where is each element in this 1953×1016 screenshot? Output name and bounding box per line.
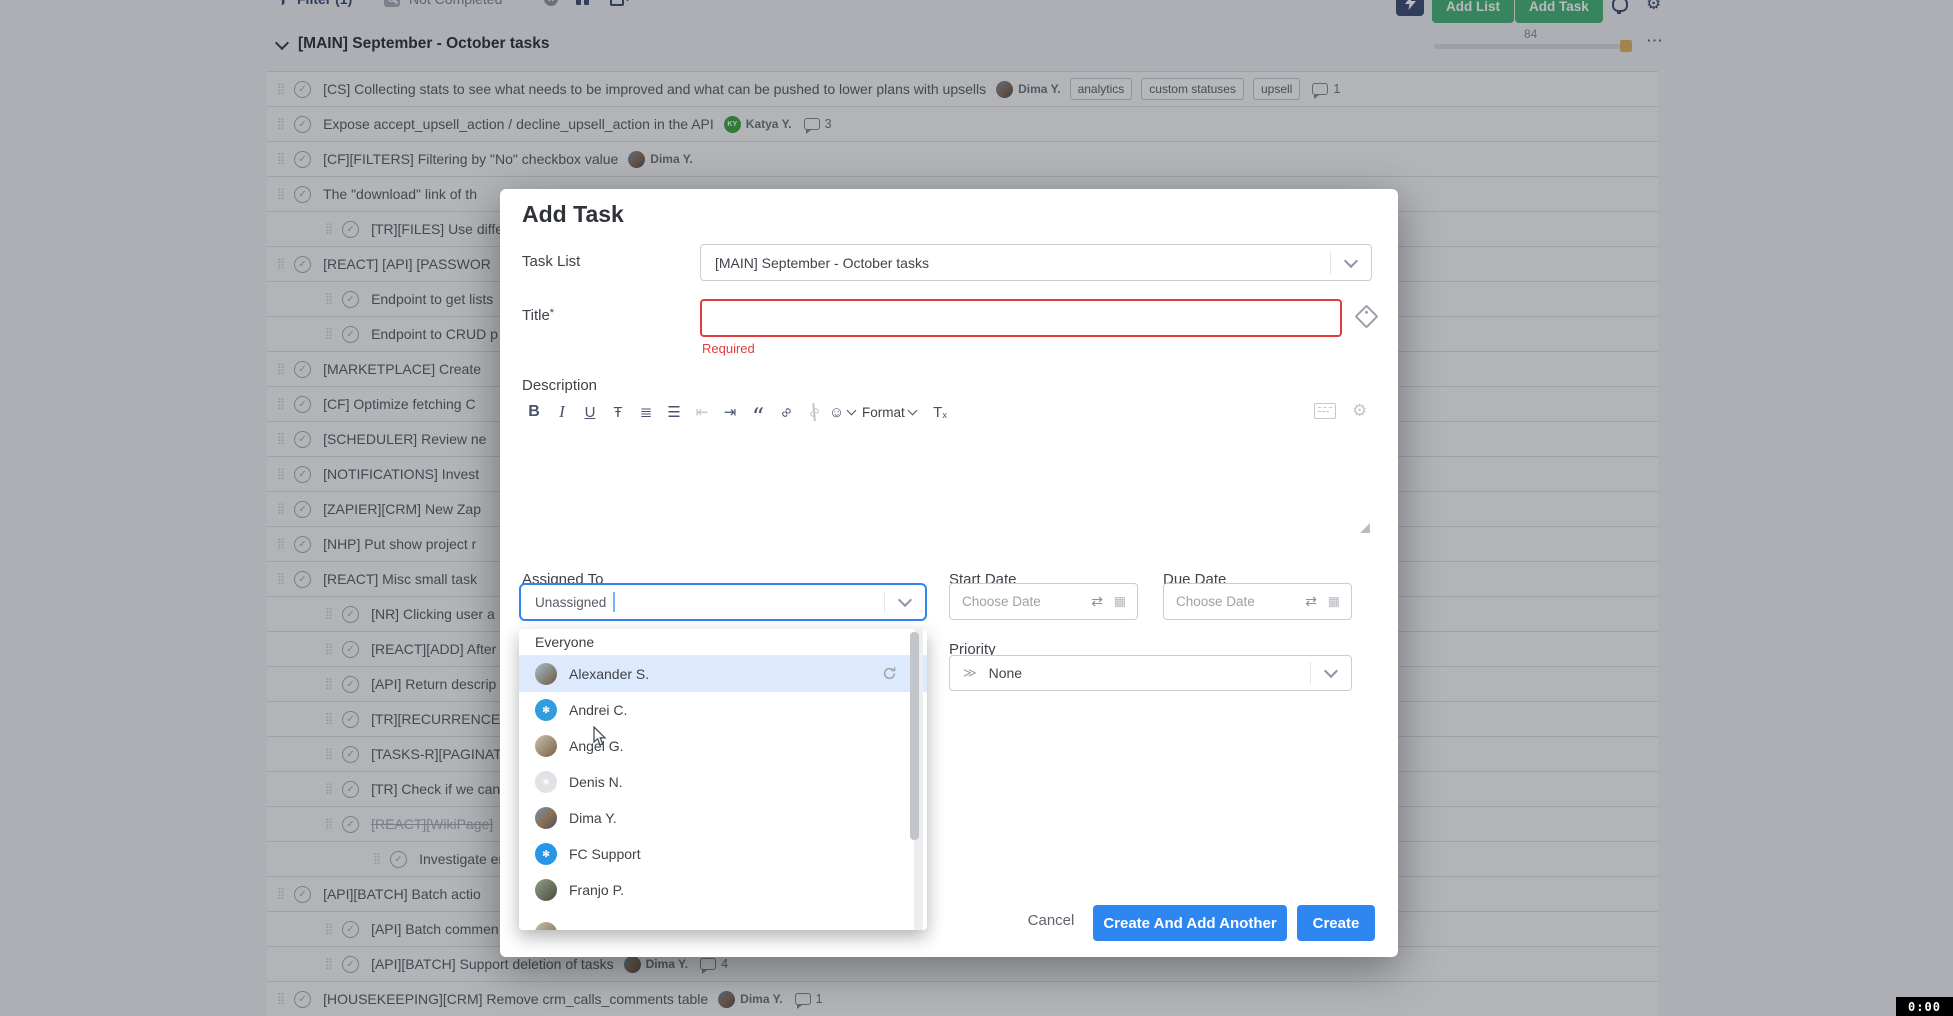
dropdown-scrollbar[interactable] <box>914 629 923 930</box>
assigned-to-input[interactable]: Unassigned <box>519 583 927 621</box>
user-name: Alexander S. <box>569 666 649 682</box>
numbered-list-icon[interactable]: ≣ <box>632 398 660 426</box>
assignee-option[interactable]: Dima Y. <box>519 800 927 836</box>
refresh-icon[interactable] <box>882 666 897 686</box>
app-root: Filter (1) Not Completed ✕ Add List Add … <box>0 0 1953 1016</box>
swap-dates-icon[interactable]: ⇄ <box>1305 593 1317 610</box>
caret-icon <box>907 406 917 416</box>
user-name: Andrei C. <box>569 702 627 718</box>
description-editor[interactable] <box>520 429 1370 519</box>
tag-icon[interactable] <box>1354 304 1378 328</box>
bulleted-list-icon[interactable]: ☰ <box>660 398 688 426</box>
underline-icon[interactable]: U <box>576 398 604 426</box>
priority-icon: ≫ <box>963 665 977 681</box>
strikethrough-icon[interactable]: Ŧ <box>604 398 632 426</box>
user-avatar: ✻ <box>535 699 557 721</box>
text-cursor <box>613 592 615 612</box>
editor-toolbar: BIUŦ≣☰⇤⇥“∞∞☺FormatTx <box>520 397 954 427</box>
decrease-indent-icon: ⇤ <box>688 398 716 426</box>
calendar-icon[interactable]: ▦ <box>1328 593 1340 609</box>
increase-indent-icon[interactable]: ⇥ <box>716 398 744 426</box>
modal-title: Add Task <box>522 201 624 228</box>
format-dropdown-icon[interactable]: Format <box>856 398 926 426</box>
assignee-option[interactable]: ✳ Denis N. <box>519 764 927 800</box>
chevron-down-icon <box>898 593 912 607</box>
chevron-down-icon <box>1324 664 1338 678</box>
create-button[interactable]: Create <box>1297 905 1375 941</box>
task-list-select[interactable]: [MAIN] September - October tasks <box>700 244 1372 281</box>
user-avatar: ✳ <box>535 771 557 793</box>
assignee-option[interactable]: Alexander S. <box>519 656 927 692</box>
mouse-cursor <box>593 726 609 752</box>
user-avatar <box>535 807 557 829</box>
task-list-label: Task List <box>522 253 580 270</box>
due-date-field[interactable]: Choose Date ⇄ ▦ <box>1163 583 1352 620</box>
user-name: FC Support <box>569 846 641 862</box>
editor-toolbar-right: ⚙ <box>1314 401 1367 421</box>
dropdown-group-everyone[interactable]: Everyone <box>519 629 927 656</box>
timer-badge: 0:00 <box>1896 997 1953 1016</box>
create-and-add-another-button[interactable]: Create And Add Another <box>1093 905 1287 941</box>
editor-settings-icon[interactable]: ⚙ <box>1352 401 1367 421</box>
title-input[interactable] <box>700 299 1342 337</box>
scrollbar-thumb[interactable] <box>910 632 919 840</box>
assignee-option[interactable]: ✻ Andrei C. <box>519 692 927 728</box>
user-avatar <box>535 879 557 901</box>
resize-handle-icon[interactable] <box>1360 523 1370 533</box>
start-date-field[interactable]: Choose Date ⇄ ▦ <box>949 583 1138 620</box>
description-label: Description <box>522 377 597 394</box>
user-avatar <box>535 922 557 930</box>
user-name: Dima Y. <box>569 810 617 826</box>
swap-dates-icon[interactable]: ⇄ <box>1091 593 1103 610</box>
template-icon[interactable] <box>1314 403 1336 419</box>
user-name: Denis N. <box>569 774 623 790</box>
remove-format-icon[interactable]: Tx <box>926 398 954 426</box>
user-avatar <box>535 663 557 685</box>
assignee-option[interactable]: Angel G. <box>519 728 927 764</box>
bold-icon[interactable]: B <box>520 398 548 426</box>
calendar-icon[interactable]: ▦ <box>1114 593 1126 609</box>
italic-icon[interactable]: I <box>548 398 576 426</box>
user-avatar <box>535 735 557 757</box>
assignee-option[interactable]: Franjo P. <box>519 872 927 908</box>
cancel-button[interactable]: Cancel <box>1016 912 1086 929</box>
assignee-option[interactable]: ✻ FC Support <box>519 836 927 872</box>
title-label: Title* <box>522 307 554 324</box>
title-error: Required <box>702 341 755 356</box>
user-avatar: ✻ <box>535 843 557 865</box>
dropdown-partial-item <box>535 922 557 930</box>
priority-select[interactable]: ≫ None <box>949 655 1352 691</box>
user-name: Franjo P. <box>569 882 624 898</box>
emoji-icon[interactable]: ☺ <box>828 398 856 426</box>
chevron-down-icon <box>1344 253 1358 267</box>
assignee-dropdown: Everyone Alexander S.✻Andrei C.Angel G.✳… <box>519 629 927 930</box>
